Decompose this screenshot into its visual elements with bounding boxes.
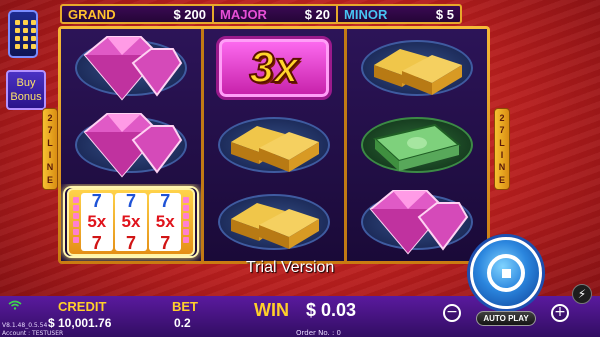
symbol-5x-slot-machine: 7 5x 7 7 5x 7 7 5x 7 [61,184,201,261]
lightning-icon[interactable]: ⚡ [572,284,592,304]
jackpot-minor-value: $ 5 [435,6,454,22]
bet-label: BET [172,299,198,314]
win-label: WIN [254,300,289,320]
version-text: V8.1.48_0.5.54 [2,322,48,329]
bet-decrease-button[interactable]: − [443,304,461,322]
multiplier-box: 3x [216,35,332,100]
trial-version-label: Trial Version [246,259,335,276]
spin-stop-icon [502,269,511,278]
reel-2: 3x [204,29,344,261]
reel-1: 7 5x 7 7 5x 7 7 5x 7 [61,29,201,261]
jackpot-grand: GRAND $ 200 [62,6,212,22]
slot-machine-symbol: 7 5x 7 7 5x 7 7 5x 7 [63,186,199,259]
lines-badge-char: 2 [499,113,505,124]
jackpot-grand-label: GRAND [68,6,116,22]
lines-badge-char: 7 [47,125,53,136]
gold-bars-icon [231,125,319,172]
lines-badge-char: I [48,150,52,161]
buy-bonus-line2: Bonus [10,91,42,103]
jackpot-major-value: $ 20 [304,6,330,22]
order-number: Order No. : 0 [296,329,342,337]
jackpot-major-label: MAJOR [220,6,267,22]
reels: 7 5x 7 7 5x 7 7 5x 7 3x [61,29,487,261]
symbol-gold-bars [204,106,344,183]
win-highlight [63,186,199,259]
lines-badge-char: N [46,162,54,173]
gold-bars-icon [374,48,462,95]
lines-badge-char: 7 [499,125,505,136]
buy-bonus-line1: Buy [16,77,36,89]
lines-badge-right: 2 7 L I N E [494,108,510,190]
reel-3 [347,29,487,261]
lines-badge-char: L [499,137,505,148]
lines-badge-char: E [46,174,53,185]
jackpot-grand-value: $ 200 [173,6,206,22]
symbol-cash-stack [347,106,487,183]
symbol-gold-bars [347,29,487,106]
credit-label: CREDIT [58,299,107,314]
wifi-icon [8,300,22,310]
bet-increase-button[interactable]: + [551,304,569,322]
account-text: Account : TESTUSER [2,330,64,337]
bet-value: 0.2 [174,316,191,330]
pink-diamond-icon [369,190,469,255]
symbol-pink-diamond [61,106,201,183]
cash-stack-icon [372,123,462,171]
symbol-3x-multiplier: 3x [204,29,344,106]
auto-play-button[interactable]: AUTO PLAY [476,311,536,326]
jackpot-minor: MINOR $ 5 [336,6,460,22]
jackpot-minor-label: MINOR [344,6,388,22]
spin-button[interactable] [470,237,542,309]
symbol-pink-diamond [61,29,201,106]
jackpot-bar: GRAND $ 200 MAJOR $ 20 MINOR $ 5 [60,4,462,24]
symbol-gold-bars [204,184,344,261]
buy-bonus-button[interactable]: Buy Bonus [6,70,46,110]
credit-value: $ 10,001.76 [48,316,112,330]
lines-badge-char: I [500,150,504,161]
gold-bars-icon [231,203,319,250]
lines-badge-char: E [498,174,505,185]
lines-badge-char: L [47,137,53,148]
lines-badge-left: 2 7 L I N E [42,108,58,190]
lines-badge-char: N [498,162,506,173]
menu-grid-icon[interactable] [8,10,38,58]
jackpot-major: MAJOR $ 20 [212,6,336,22]
pink-diamond-icon [83,35,183,101]
multiplier-text: 3x [249,42,300,93]
win-value: $ 0.03 [306,300,357,320]
symbol-pink-diamond [347,184,487,261]
lines-badge-char: 2 [47,113,53,124]
pink-diamond-icon [83,112,183,178]
reel-frame: 7 5x 7 7 5x 7 7 5x 7 3x [58,26,490,264]
